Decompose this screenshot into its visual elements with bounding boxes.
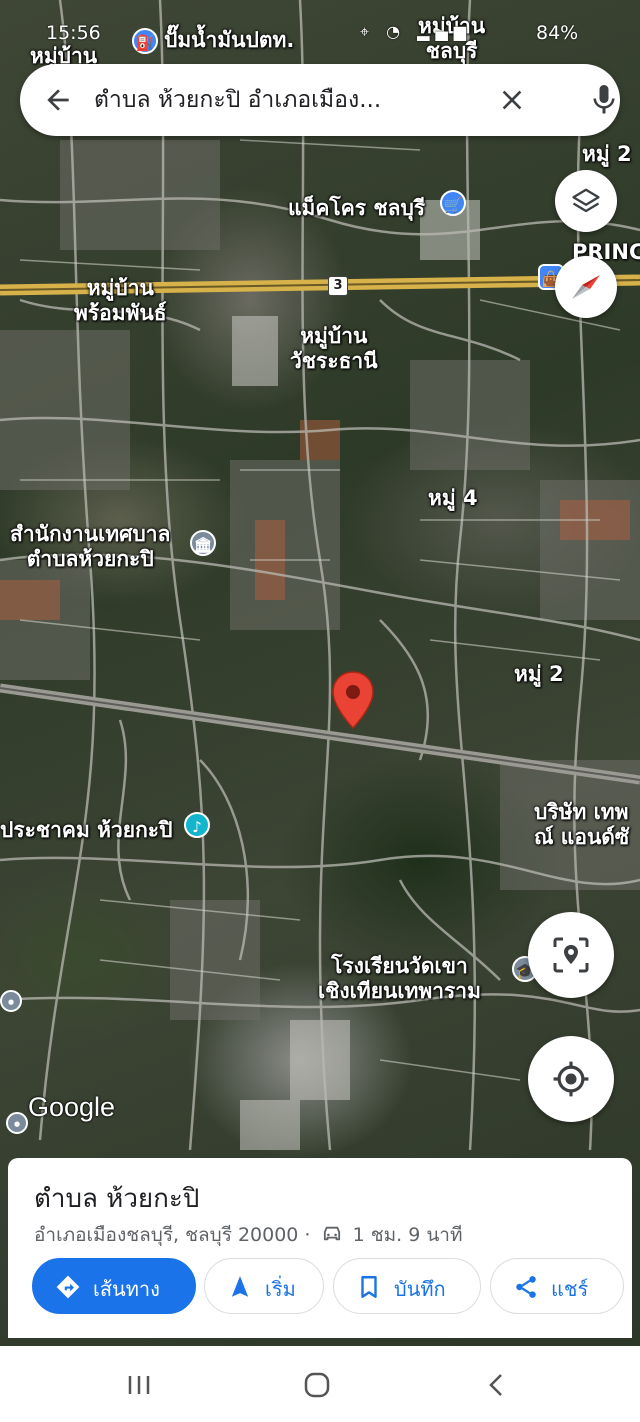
microphone-icon[interactable] [586,82,622,118]
map-pin-small-icon[interactable]: • [6,1112,28,1134]
bookmark-icon [361,1276,377,1298]
start-label: เริ่ม [265,1277,296,1301]
my-location-button[interactable] [528,1036,614,1122]
directions-label: เส้นทาง [93,1277,160,1301]
live-view-button[interactable] [528,912,614,998]
close-icon[interactable] [496,84,528,116]
scan-location-icon [553,937,589,973]
location-pin-icon[interactable] [331,670,375,730]
layers-button[interactable] [555,170,617,232]
share-icon [516,1276,536,1298]
navigation-arrow-icon [231,1276,249,1297]
google-logo: Google [28,1092,116,1122]
save-button[interactable]: บันทึก [333,1258,481,1314]
shopping-cart-icon[interactable]: 🛒 [440,190,466,216]
place-bottom-sheet[interactable]: ตำบล ห้วยกะปิ อำเภอเมืองชลบุรี, ชลบุรี 2… [8,1158,632,1338]
place-subtitle: อำเภอเมืองชลบุรี, ชลบุรี 20000 · 1 ชม. 9… [34,1220,463,1250]
layers-icon [572,188,600,213]
system-nav-bar [0,1346,640,1422]
map-label-company[interactable]: บริษัท เทพ ณ์ แอนด์ซั [534,800,629,850]
my-location-icon [553,1061,589,1097]
place-title: ตำบล ห้วยกะปิ [34,1184,200,1214]
map-label-moo4[interactable]: หมู่ 4 [428,486,478,511]
signal-wifi-icons: ⌖ ◔ ▂▄▆ [360,22,473,41]
map-pin-small-icon[interactable]: • [0,990,22,1012]
status-time: 15:56 [46,22,101,44]
home-icon[interactable] [302,1370,332,1400]
save-label: บันทึก [394,1277,446,1301]
compass-button[interactable] [555,256,617,318]
status-battery: 84% [536,22,579,44]
back-icon[interactable] [482,1370,512,1400]
map-label-moo2-mid[interactable]: หมู่ 2 [514,662,564,687]
drive-time: 1 ชม. 9 นาที [352,1224,463,1246]
route-3-shield: 3 [328,276,348,296]
map-label-municipal-office[interactable]: สำนักงานเทศบาล ตำบลห้วยกะปิ [10,522,170,572]
search-input[interactable]: ตำบล ห้วยกะปิ อำเภอเมือง... [94,84,484,116]
status-bar: 15:56 ⌖ ◔ ▂▄▆ 84% [0,18,640,54]
map-label-school[interactable]: โรงเรียนวัดเขา เชิงเทียนเทพาราม [318,954,481,1004]
compass-icon [572,275,600,299]
place-address: อำเภอเมืองชลบุรี, ชลบุรี 20000 · [34,1224,317,1246]
recent-apps-icon[interactable] [124,1370,154,1400]
back-arrow-icon[interactable] [42,84,74,116]
share-label: แชร์ [551,1277,589,1301]
map-label-makro[interactable]: แม็คโคร ชลบุรี [288,196,425,221]
government-building-icon[interactable]: 🏛 [190,530,216,556]
map-label-village-watcharathani[interactable]: หมู่บ้าน วัชระธานี [290,324,378,374]
car-icon [323,1226,340,1241]
map-label-moo2-top[interactable]: หมู่ 2 [582,142,632,167]
share-button[interactable]: แชร์ [490,1258,624,1314]
map-label-village-phromphan[interactable]: หมู่บ้าน พร้อมพันธ์ [74,276,167,326]
music-note-icon[interactable]: ♪ [184,812,210,838]
start-button[interactable]: เริ่ม [204,1258,324,1314]
directions-icon [56,1275,80,1299]
search-bar[interactable]: ตำบล ห้วยกะปิ อำเภอเมือง... [20,64,620,136]
directions-button[interactable]: เส้นทาง [32,1258,196,1314]
map-label-community[interactable]: ประชาคม ห้วยกะปิ [0,818,172,843]
